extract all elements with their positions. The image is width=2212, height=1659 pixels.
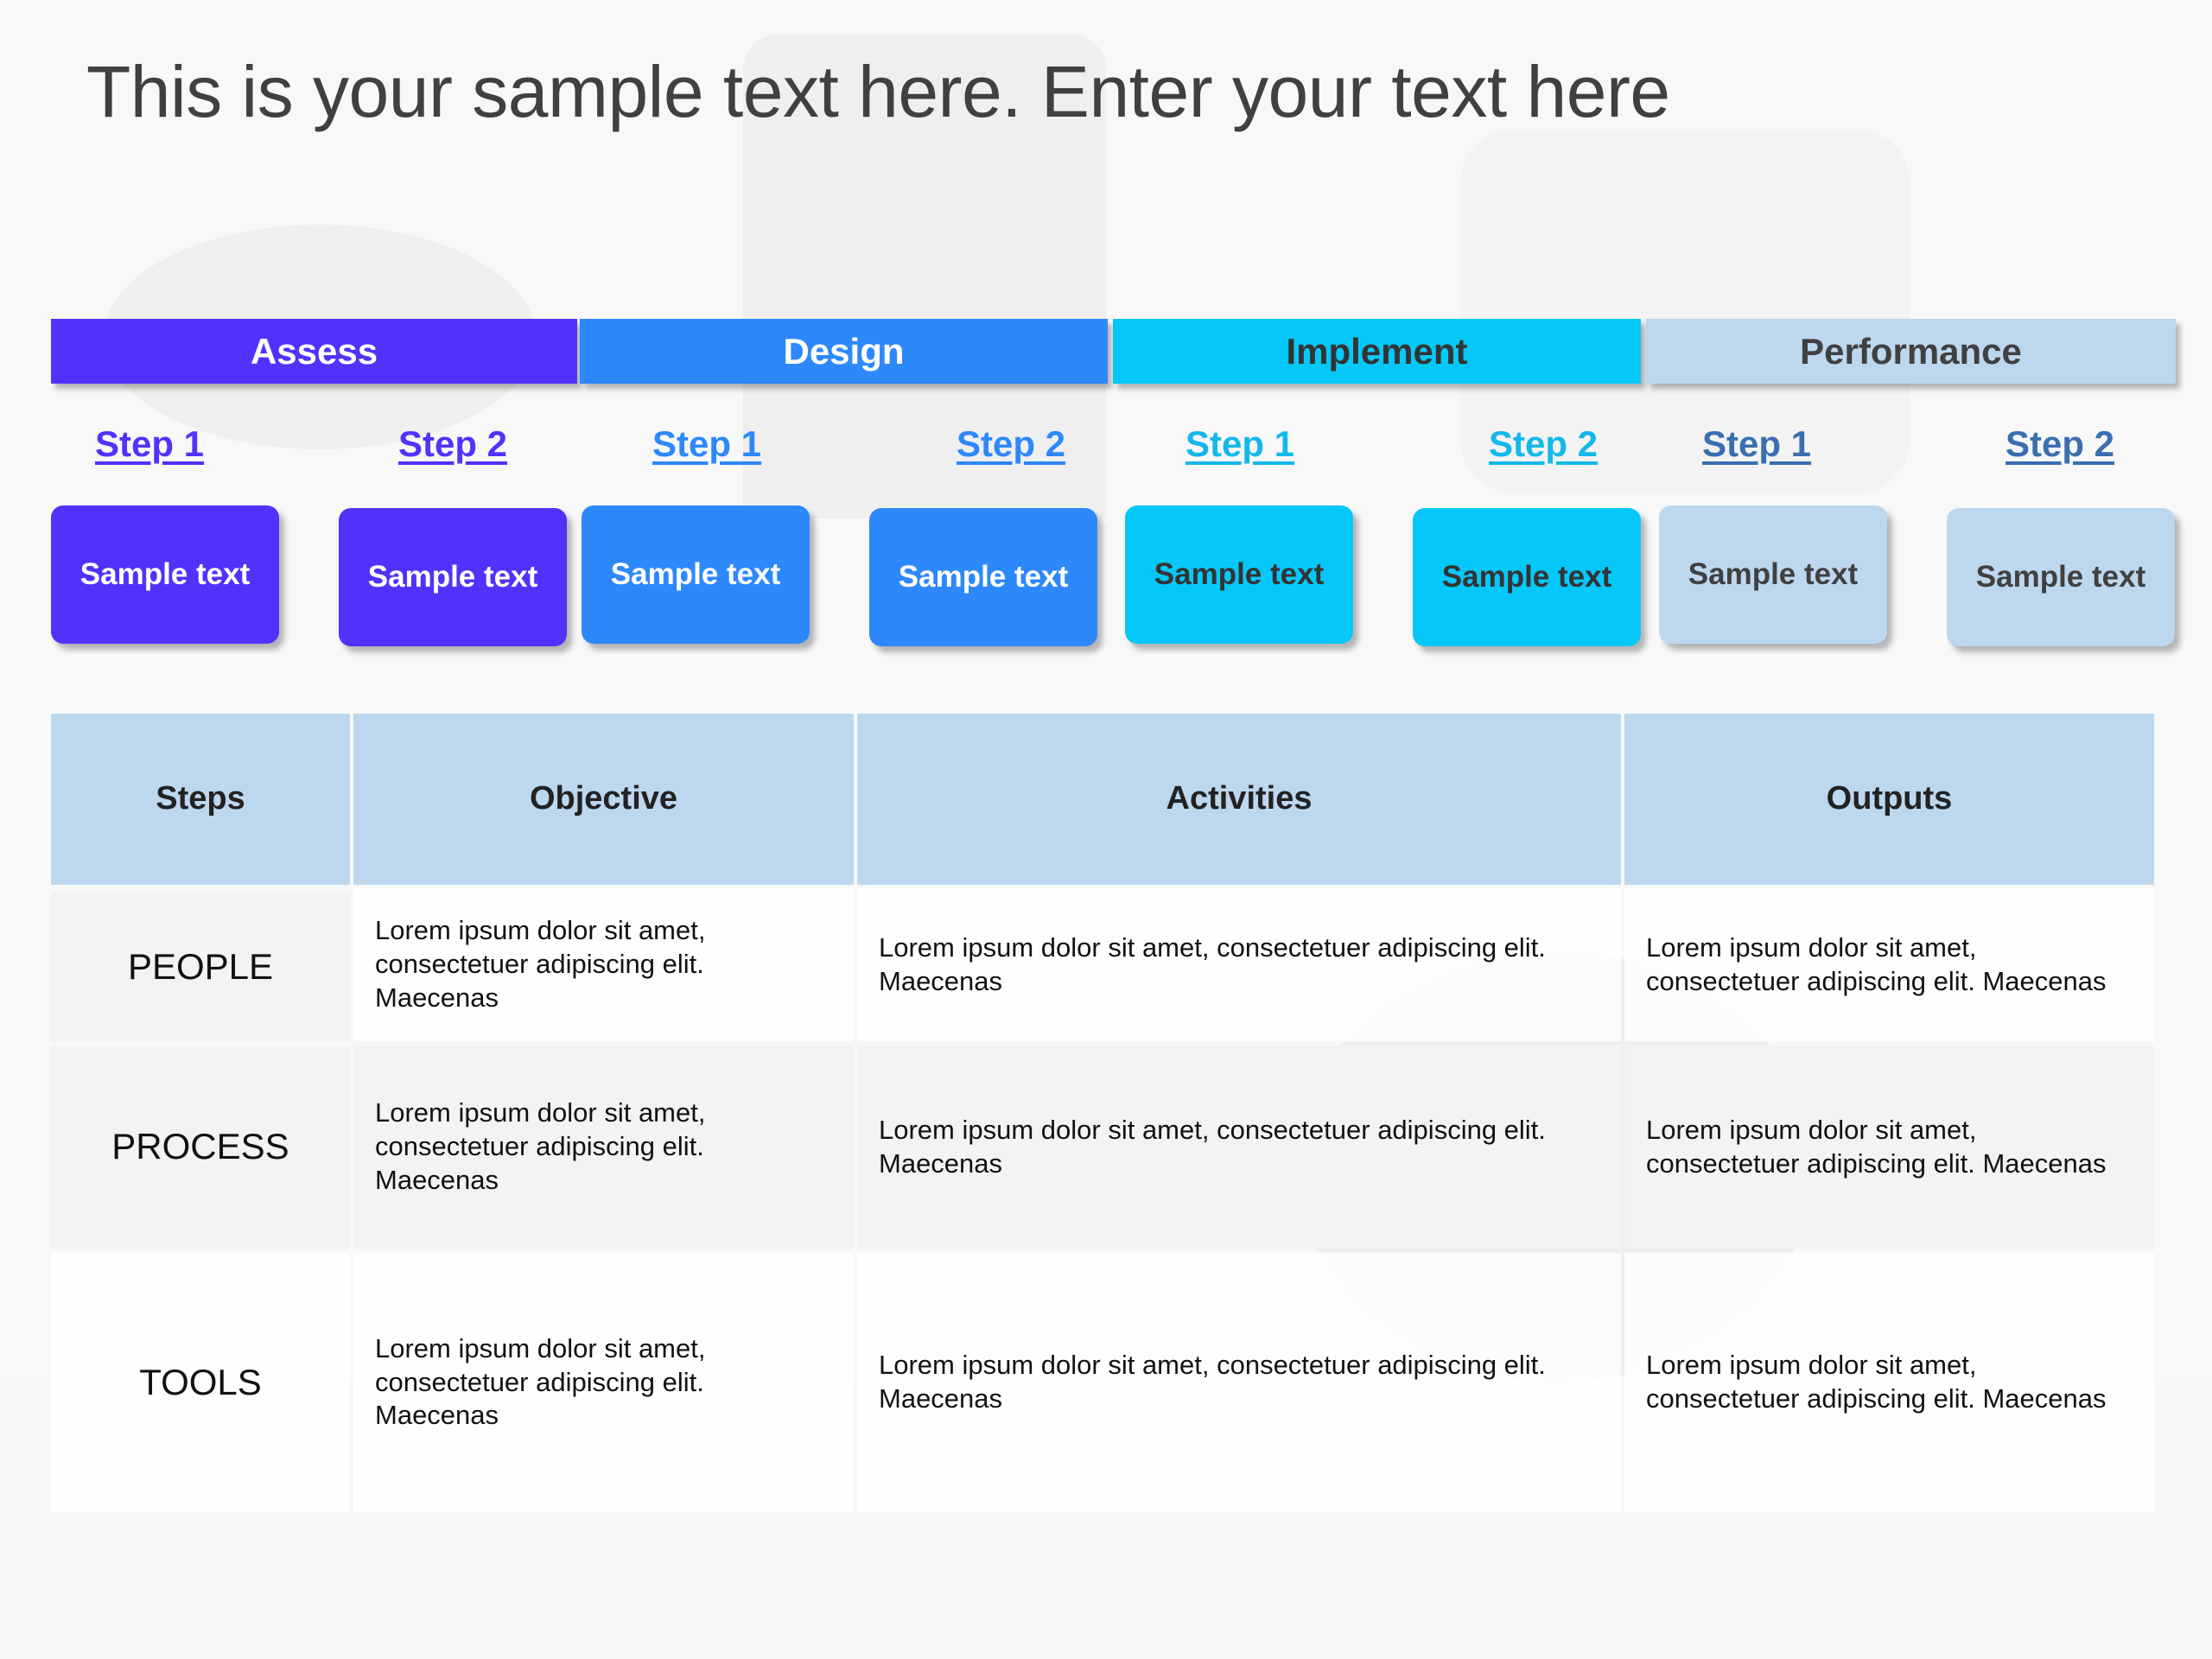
- design-step-2-box: Sample text: [869, 508, 1097, 646]
- box-text: Sample text: [1975, 560, 2146, 594]
- assess-step-2-box: Sample text: [339, 508, 567, 646]
- table-cell-objective: Lorem ipsum dolor sit amet, consectetuer…: [353, 888, 854, 1041]
- implement-step-2-link[interactable]: Step 2: [1489, 423, 1598, 465]
- header-outputs: Outputs: [1624, 714, 2154, 885]
- slide-title: This is your sample text here. Enter you…: [86, 51, 1670, 132]
- phase-label: Design: [783, 330, 905, 372]
- phase-performance: Performance: [1646, 319, 2176, 384]
- phase-assess: Assess: [51, 319, 577, 384]
- cell-text: Lorem ipsum dolor sit amet, consectetuer…: [879, 1114, 1546, 1179]
- table-cell-outputs: Lorem ipsum dolor sit amet, consectetuer…: [1624, 1046, 2154, 1249]
- box-text: Sample text: [367, 560, 538, 594]
- table-cell-outputs: Lorem ipsum dolor sit amet, consectetuer…: [1624, 1253, 2154, 1512]
- cell-text: Lorem ipsum dolor sit amet, consectetuer…: [879, 931, 1546, 996]
- header-activities: Activities: [857, 714, 1621, 885]
- implement-step-1-box: Sample text: [1125, 505, 1353, 644]
- cell-text: Lorem ipsum dolor sit amet, consectetuer…: [1646, 1350, 2107, 1414]
- table-row-label: PROCESS: [51, 1046, 350, 1249]
- cell-text: Lorem ipsum dolor sit amet, consectetuer…: [375, 1332, 706, 1431]
- box-text: Sample text: [79, 557, 251, 591]
- assess-step-1-link[interactable]: Step 1: [95, 423, 204, 465]
- table-cell-activities: Lorem ipsum dolor sit amet, consectetuer…: [857, 1046, 1621, 1249]
- phase-label: Implement: [1286, 330, 1468, 372]
- phase-design: Design: [580, 319, 1108, 384]
- assess-step-2-link[interactable]: Step 2: [398, 423, 507, 465]
- header-objective: Objective: [353, 714, 854, 885]
- box-text: Sample text: [1688, 557, 1859, 591]
- phase-label: Performance: [1800, 330, 2022, 372]
- cell-text: Lorem ipsum dolor sit amet, consectetuer…: [879, 1350, 1546, 1414]
- performance-step-1-link[interactable]: Step 1: [1702, 423, 1811, 465]
- table-cell-objective: Lorem ipsum dolor sit amet, consectetuer…: [353, 1046, 854, 1249]
- table-row-label: TOOLS: [51, 1253, 350, 1512]
- implement-step-2-box: Sample text: [1413, 508, 1641, 646]
- table-cell-objective: Lorem ipsum dolor sit amet, consectetuer…: [353, 1253, 854, 1512]
- performance-step-2-link[interactable]: Step 2: [2005, 423, 2114, 465]
- design-step-1-link[interactable]: Step 1: [652, 423, 761, 465]
- performance-step-1-box: Sample text: [1659, 505, 1887, 644]
- table-cell-activities: Lorem ipsum dolor sit amet, consectetuer…: [857, 888, 1621, 1041]
- cell-text: Lorem ipsum dolor sit amet, consectetuer…: [375, 1097, 706, 1195]
- cell-text: Lorem ipsum dolor sit amet, consectetuer…: [1646, 931, 2107, 996]
- phase-label: Assess: [250, 330, 378, 372]
- table-row-label: PEOPLE: [51, 893, 350, 1041]
- phase-implement: Implement: [1113, 319, 1641, 384]
- assess-step-1-box: Sample text: [51, 505, 279, 644]
- table-cell-outputs: Lorem ipsum dolor sit amet, consectetuer…: [1624, 888, 2154, 1041]
- box-text: Sample text: [1154, 557, 1325, 591]
- box-text: Sample text: [610, 557, 781, 591]
- cell-text: Lorem ipsum dolor sit amet, consectetuer…: [375, 915, 706, 1013]
- table-cell-activities: Lorem ipsum dolor sit amet, consectetuer…: [857, 1253, 1621, 1512]
- implement-step-1-link[interactable]: Step 1: [1185, 423, 1294, 465]
- performance-step-2-box: Sample text: [1947, 508, 2175, 646]
- design-step-2-link[interactable]: Step 2: [957, 423, 1065, 465]
- box-text: Sample text: [898, 560, 1069, 594]
- header-steps: Steps: [51, 714, 350, 885]
- design-step-1-box: Sample text: [582, 505, 810, 644]
- box-text: Sample text: [1441, 560, 1612, 594]
- cell-text: Lorem ipsum dolor sit amet, consectetuer…: [1646, 1114, 2107, 1179]
